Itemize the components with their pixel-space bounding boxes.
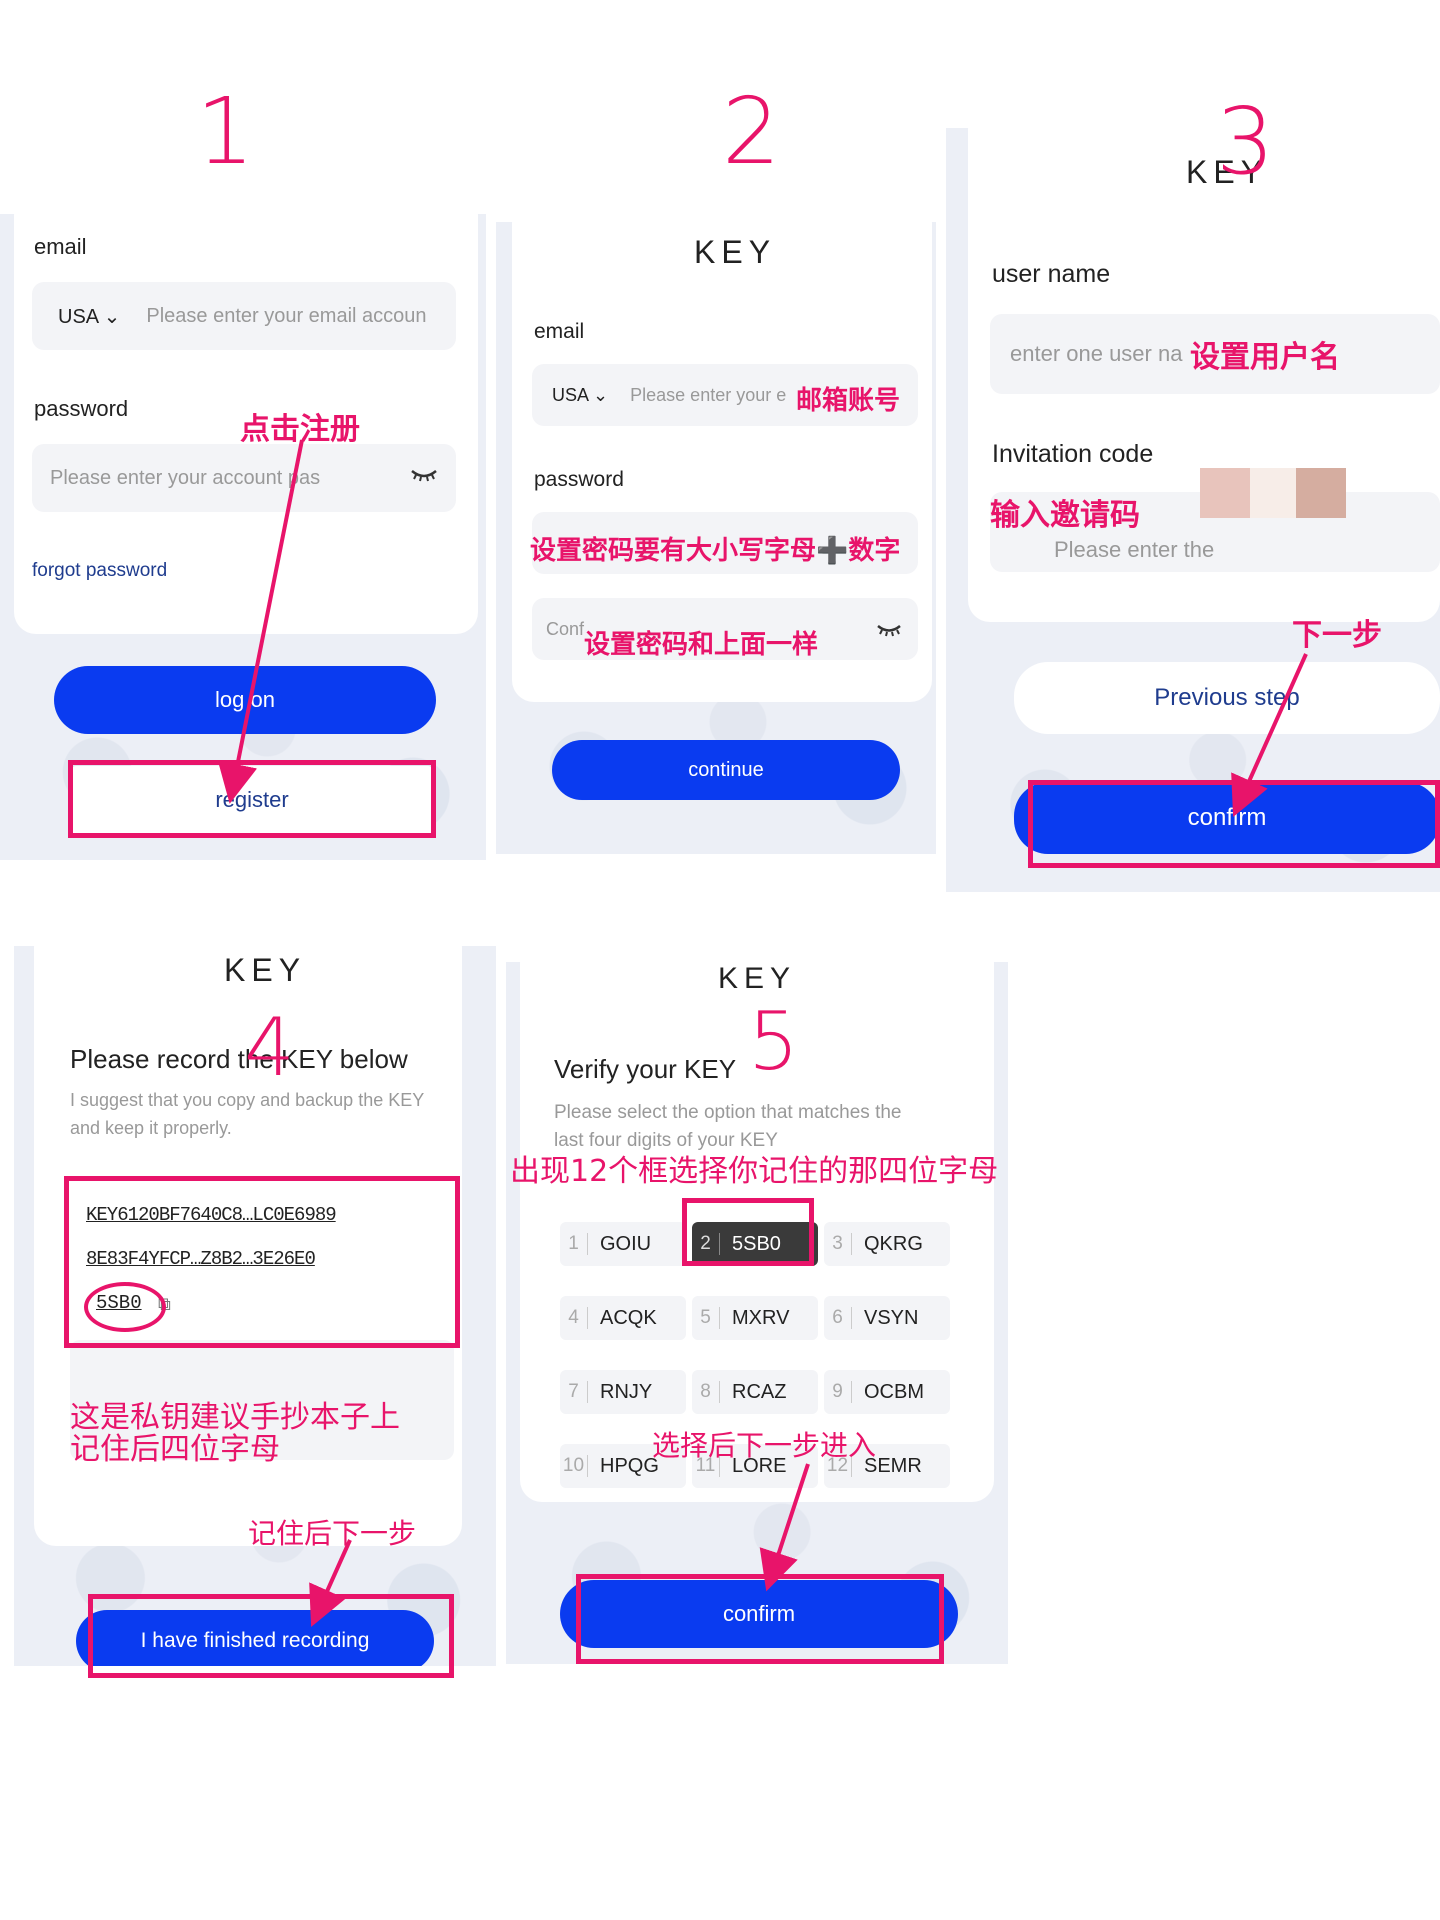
- option-number: 3: [824, 1233, 852, 1255]
- circle-highlight: [84, 1282, 166, 1332]
- option-code: GOIU: [600, 1232, 652, 1255]
- option-number: 7: [560, 1381, 588, 1403]
- note-next-step: 选择后下一步进入: [652, 1429, 877, 1462]
- option-code: RCAZ: [732, 1380, 787, 1403]
- record-subtitle-2: and keep it properly.: [70, 1118, 232, 1138]
- step-number-1: 1: [196, 78, 255, 185]
- option-number: 4: [560, 1307, 588, 1329]
- previous-step-button[interactable]: Previous step: [1014, 662, 1440, 734]
- key-option-1[interactable]: 1 GOIU: [560, 1222, 686, 1266]
- note-password: 设置密码要有大小写字母➕数字: [530, 536, 901, 566]
- key-option-6[interactable]: 6 VSYN: [824, 1296, 950, 1340]
- option-number: 9: [824, 1381, 852, 1403]
- email-field[interactable]: USA ⌄ Please enter your email accoun: [32, 282, 456, 350]
- step-number-4: 4: [244, 1001, 295, 1094]
- option-code: VSYN: [864, 1306, 919, 1329]
- invitation-placeholder: Please enter the: [1054, 537, 1215, 562]
- note-username: 设置用户名: [1190, 340, 1340, 375]
- key-line-2: 8E83F4YFCP…Z8B2…3E26E0: [86, 1248, 316, 1270]
- option-code: HPQG: [600, 1454, 659, 1477]
- continue-button[interactable]: continue: [552, 740, 900, 800]
- password-placeholder: Please enter your account pas: [50, 466, 321, 489]
- note-private-key-2: 记住后四位字母: [70, 1432, 280, 1467]
- password-label: password: [34, 396, 129, 421]
- option-code: RNJY: [600, 1380, 653, 1403]
- email-placeholder: Please enter your email accoun: [146, 304, 427, 327]
- note-email: 邮箱账号: [796, 386, 901, 416]
- eye-closed-icon[interactable]: [410, 464, 438, 488]
- redacted-block: [1200, 468, 1250, 518]
- key-option-8[interactable]: 8 RCAZ: [692, 1370, 818, 1414]
- chevron-down-icon: ⌄: [593, 384, 609, 405]
- forgot-password-link[interactable]: forgot password: [32, 560, 167, 582]
- highlight-register: [68, 760, 436, 838]
- confirm-placeholder: Conf: [546, 618, 585, 639]
- option-code: ACQK: [600, 1306, 657, 1329]
- note-confirm-password: 设置密码和上面一样: [584, 630, 819, 660]
- option-number: 1: [560, 1233, 588, 1255]
- chevron-down-icon: ⌄: [103, 305, 121, 328]
- verify-subtitle-1: Please select the option that matches th…: [554, 1102, 902, 1123]
- option-code: OCBM: [864, 1380, 924, 1403]
- highlight-finished: [88, 1594, 454, 1678]
- redacted-block: [1250, 468, 1296, 518]
- note-register: 点击注册: [240, 412, 360, 447]
- email-label: email: [34, 234, 87, 259]
- option-number: 6: [824, 1307, 852, 1329]
- verify-title: Verify your KEY: [554, 1054, 737, 1084]
- key-option-7[interactable]: 7 RNJY: [560, 1370, 686, 1414]
- key-logo: KEY: [224, 952, 307, 988]
- password-label: password: [534, 468, 624, 491]
- option-code: QKRG: [864, 1232, 923, 1255]
- record-title: Please record the KEY below: [70, 1044, 408, 1074]
- note-invitation: 输入邀请码: [990, 498, 1140, 533]
- step-number-2: 2: [722, 78, 781, 185]
- step-number-3: 3: [1216, 88, 1275, 195]
- email-label: email: [534, 320, 585, 343]
- step-number-5: 5: [748, 995, 799, 1088]
- redacted-block: [1296, 468, 1346, 518]
- highlight-selected-option: [682, 1198, 814, 1266]
- key-option-4[interactable]: 4 ACQK: [560, 1296, 686, 1340]
- key-logo: KEY: [718, 962, 797, 995]
- login-button[interactable]: log on: [54, 666, 436, 734]
- note-next-step: 下一步: [1292, 618, 1382, 653]
- option-number: 5: [692, 1307, 720, 1329]
- country-select[interactable]: USA ⌄: [552, 385, 608, 406]
- highlight-confirm: [1028, 780, 1440, 868]
- username-placeholder: enter one user na: [1010, 341, 1183, 366]
- password-field[interactable]: Please enter your account pas: [32, 444, 456, 512]
- key-logo: KEY: [694, 234, 777, 270]
- key-line-1: KEY6120BF7640C8…LC0E6989: [86, 1204, 337, 1226]
- username-label: user name: [992, 260, 1111, 288]
- option-number: 8: [692, 1381, 720, 1403]
- option-number: 10: [560, 1455, 588, 1477]
- option-code: MXRV: [732, 1306, 790, 1329]
- key-option-9[interactable]: 9 OCBM: [824, 1370, 950, 1414]
- note-next-step: 记住后下一步: [248, 1517, 417, 1550]
- country-select[interactable]: USA ⌄: [58, 304, 120, 329]
- highlight-confirm: [576, 1574, 944, 1664]
- invitation-label: Invitation code: [992, 440, 1154, 468]
- note-select-boxes: 出现12个框选择你记住的那四位字母: [510, 1154, 999, 1189]
- email-placeholder: Please enter your e: [630, 384, 787, 405]
- key-option-3[interactable]: 3 QKRG: [824, 1222, 950, 1266]
- key-option-5[interactable]: 5 MXRV: [692, 1296, 818, 1340]
- eye-closed-icon[interactable]: [876, 618, 902, 642]
